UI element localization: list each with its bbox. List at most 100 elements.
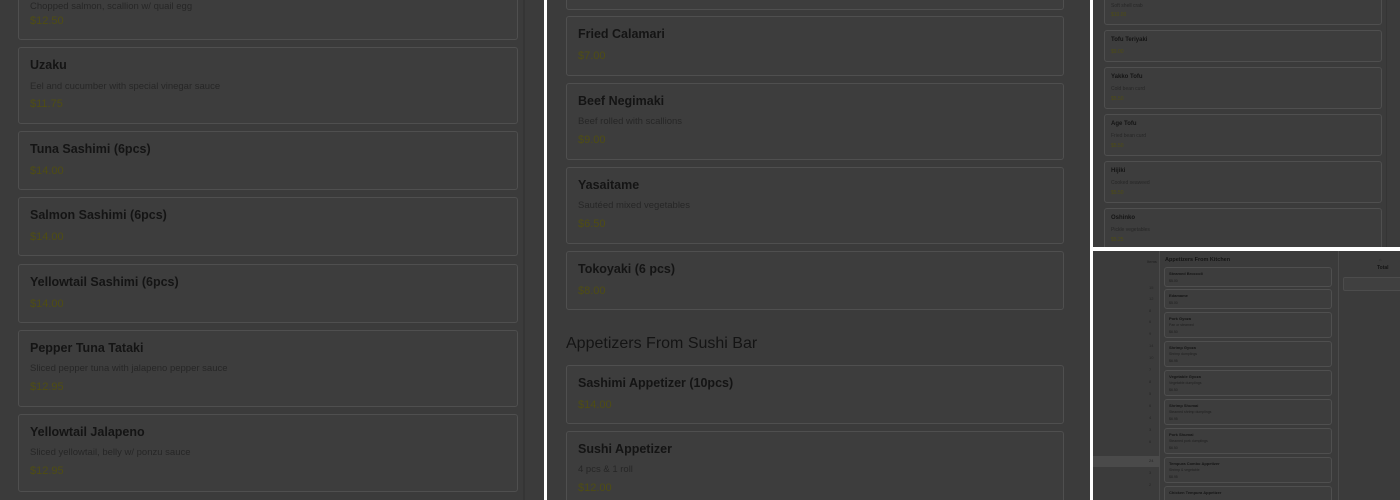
section-heading: Appetizers From Kitchen	[1165, 257, 1231, 263]
sidebar-category[interactable]: 6	[1093, 317, 1159, 328]
menu-item-card[interactable]: Tofu Teriyaki $9.00	[1104, 30, 1382, 62]
item-description: Shrimp & vegetable	[1169, 468, 1200, 472]
sidebar-category[interactable]: 9	[1093, 329, 1159, 340]
category-count: 24	[1149, 458, 1154, 463]
sidebar-category[interactable]: 14	[1093, 341, 1159, 352]
menu-item-card[interactable]: Tuna Sashimi (6pcs) $14.00	[18, 131, 518, 190]
item-price: $6.50	[578, 218, 606, 230]
menu-item-card[interactable]: Oshinko Pickle vegetables $5.25	[1104, 208, 1382, 247]
category-count: 6	[1149, 403, 1152, 408]
item-price: $10.00	[1111, 12, 1127, 18]
column-divider	[523, 0, 525, 500]
item-description: Steamed shrimp dumplings	[1169, 410, 1212, 414]
sidebar-category[interactable]: 3	[1093, 468, 1159, 479]
item-price: $11.75	[30, 98, 63, 110]
section-heading: Appetizers From Sushi Bar	[566, 335, 758, 352]
item-name: Pepper Tuna Tataki	[30, 341, 144, 355]
item-name: Sushi Appetizer	[578, 442, 672, 456]
item-description: Eel and cucumber with special vinegar sa…	[30, 81, 221, 92]
menu-item-card[interactable]: Tempura Combo Appetizer Shrimp & vegetab…	[1164, 457, 1332, 483]
menu-item-card[interactable]: Yasaitame Sautéed mixed vegetables $6.50	[566, 167, 1064, 244]
cart-empty-box	[1343, 277, 1400, 291]
item-description: Soft shell crab	[1111, 3, 1143, 9]
item-price: $6.50	[1169, 330, 1178, 334]
sidebar-category[interactable]: 5	[1093, 389, 1159, 400]
sidebar-category[interactable]: 6	[1093, 401, 1159, 412]
category-count: 6	[1149, 319, 1152, 324]
menu-item-card[interactable]: Tokoyaki (6 pcs) $8.00	[566, 251, 1064, 310]
menu-item-card[interactable]: Hijiki Cooked seaweed $5.50	[1104, 161, 1382, 203]
menu-item-card[interactable]	[566, 0, 1064, 10]
item-description: Beef rolled with scallions	[578, 116, 683, 127]
item-price: $9.00	[1111, 49, 1124, 55]
item-name: Yellowtail Sashimi (6pcs)	[30, 275, 179, 289]
menu-item-card[interactable]: Shrimp Gyoza Shrimp dumplings $6.95	[1164, 341, 1332, 367]
item-description: Cold bean curd	[1111, 86, 1145, 92]
item-name: Fried Calamari	[578, 27, 665, 41]
menu-panel-left: Chopped salmon, scallion w/ quail egg $1…	[0, 0, 544, 500]
menu-item-card[interactable]: Vegetable Gyoza Vegetable dumplings $6.5…	[1164, 370, 1332, 396]
column-divider	[1386, 0, 1387, 247]
menu-item-card[interactable]: Age Tofu Fried bean curd $5.50	[1104, 114, 1382, 156]
item-price: $5.50	[1111, 143, 1124, 149]
item-name: Steamed Broccoli	[1169, 271, 1203, 276]
category-count: 4	[1149, 415, 1152, 420]
category-count: 3	[1149, 427, 1152, 432]
menu-item-card[interactable]: Chicken Tempura Appetizer	[1164, 486, 1332, 500]
sidebar-category[interactable]: 8	[1093, 377, 1159, 388]
item-name: Beef Negimaki	[578, 94, 665, 108]
menu-item-card[interactable]: Edamame $5.00	[1164, 289, 1332, 309]
category-count: 8	[1149, 308, 1152, 313]
menu-item-card[interactable]: Soft shell crab $10.00	[1104, 0, 1382, 25]
item-price: $6.95	[1169, 417, 1178, 421]
menu-item-card[interactable]: Yakko Tofu Cold bean curd $5.50	[1104, 67, 1382, 109]
menu-item-card[interactable]: Pork Gyoza Pan or steamed $6.50	[1164, 312, 1332, 338]
menu-item-card[interactable]: Beef Negimaki Beef rolled with scallions…	[566, 83, 1064, 160]
menu-item-card[interactable]: Pork Shumai Steamed pork dumplings $6.50	[1164, 428, 1332, 454]
item-name: Age Tofu	[1111, 121, 1137, 127]
item-price: $5.50	[1111, 96, 1124, 102]
item-description: 4 pcs & 1 roll	[578, 464, 633, 475]
item-description: Sautéed mixed vegetables	[578, 200, 690, 211]
item-name: Yakko Tofu	[1111, 74, 1143, 80]
sidebar-category[interactable]: 4	[1093, 413, 1159, 424]
category-count: 5	[1149, 391, 1152, 396]
item-name: Oshinko	[1111, 215, 1136, 221]
sidebar-category[interactable]: 10	[1093, 353, 1159, 364]
item-name: Uzaku	[30, 58, 67, 72]
item-name: Shrimp Shumai	[1169, 403, 1199, 408]
menu-item-card[interactable]: Fried Calamari $7.00	[566, 16, 1064, 76]
sidebar-header: Items	[1147, 259, 1157, 264]
item-name: Vegetable Gyoza	[1169, 374, 1201, 379]
sidebar-category[interactable]: 3	[1093, 425, 1159, 436]
category-count: 14	[1149, 343, 1154, 348]
menu-item-card[interactable]: Salmon Sashimi (6pcs) $14.00	[18, 197, 518, 256]
menu-item-card[interactable]: Uzaku Eel and cucumber with special vine…	[18, 47, 518, 124]
item-description: Sliced pepper tuna with jalapeno pepper …	[30, 363, 228, 374]
sidebar-category[interactable]: 8	[1093, 306, 1159, 317]
sidebar-category[interactable]: 7	[1093, 365, 1159, 376]
category-count: 6	[1149, 439, 1152, 444]
menu-item-card[interactable]: Sushi Appetizer 4 pcs & 1 roll $12.00	[566, 431, 1064, 500]
item-price: $12.95	[30, 381, 64, 393]
item-price: $6.50	[1169, 446, 1178, 450]
sidebar-category[interactable]: 2	[1093, 480, 1159, 491]
item-name: Tokoyaki (6 pcs)	[578, 262, 676, 276]
item-price: $6.95	[1169, 359, 1178, 363]
item-description: Chopped salmon, scallion w/ quail egg	[30, 1, 193, 12]
menu-item-card[interactable]: Sashimi Appetizer (10pcs) $14.00	[566, 365, 1064, 424]
item-price: $14.00	[30, 298, 64, 310]
menu-item-card[interactable]: Steamed Broccoli $5.00	[1164, 267, 1332, 287]
menu-item-card[interactable]: Chopped salmon, scallion w/ quail egg $1…	[18, 0, 518, 40]
menu-item-card[interactable]: Shrimp Shumai Steamed shrimp dumplings $…	[1164, 399, 1332, 425]
menu-item-card[interactable]: Pepper Tuna Tataki Sliced pepper tuna wi…	[18, 330, 518, 407]
sidebar-category[interactable]: 12	[1093, 294, 1159, 305]
sidebar-category[interactable]: 6	[1093, 437, 1159, 448]
sidebar-category[interactable]: 15	[1093, 283, 1159, 294]
category-sidebar: Items 15 12 8 6 9 14 10 7 8 5 6 4 3 6 24…	[1093, 251, 1160, 500]
menu-item-card[interactable]: Yellowtail Sashimi (6pcs) $14.00	[18, 264, 518, 323]
item-name: Salmon Sashimi (6pcs)	[30, 208, 167, 222]
sidebar-category-active[interactable]: 24	[1093, 456, 1159, 467]
category-count: 12	[1149, 296, 1154, 301]
menu-item-card[interactable]: Yellowtail Jalapeno Sliced yellowtail, b…	[18, 414, 518, 492]
